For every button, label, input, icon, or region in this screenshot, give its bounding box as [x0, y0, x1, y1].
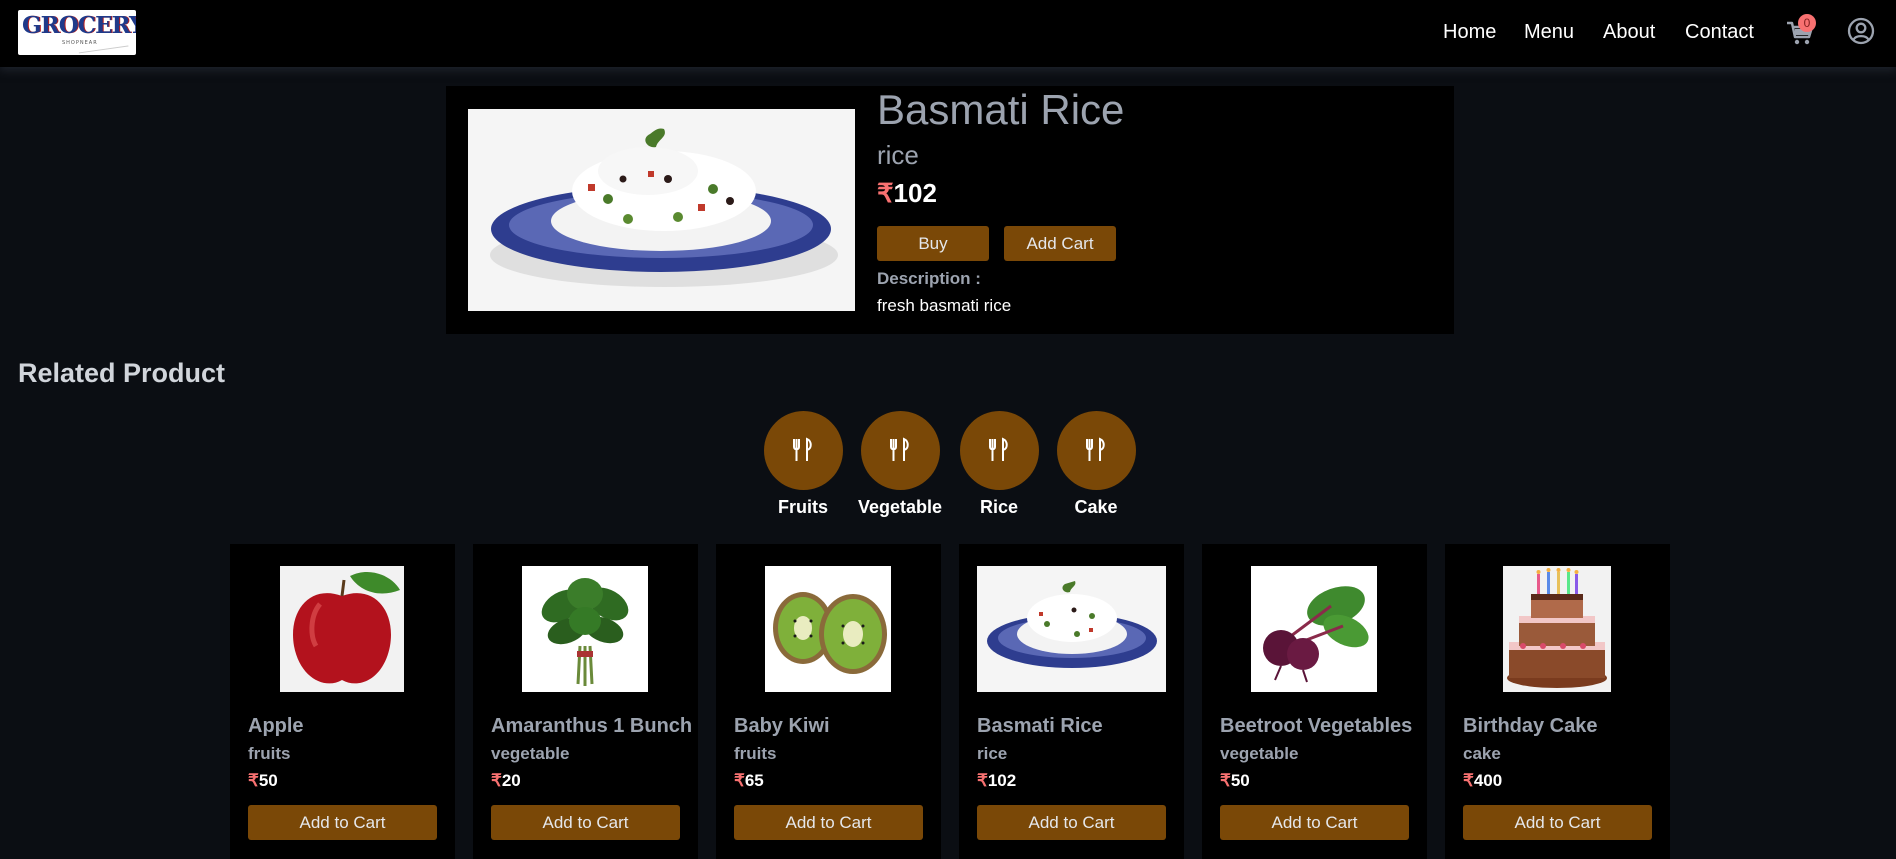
nav-about[interactable]: About: [1603, 21, 1655, 44]
cart-count-badge: 0: [1798, 14, 1816, 32]
product-card-category: fruits: [248, 744, 291, 763]
product-card-birthday-cake[interactable]: Birthday Cake cake ₹400 Add to Cart: [1445, 544, 1670, 859]
product-card-price-value: 50: [1230, 771, 1250, 790]
product-card-price: ₹50: [248, 771, 278, 791]
product-card-price: ₹20: [491, 771, 521, 791]
product-card-price: ₹65: [734, 771, 764, 791]
nav-menu[interactable]: Menu: [1524, 21, 1574, 44]
category-label-fruits: Fruits: [777, 497, 828, 517]
product-card-basmati-rice[interactable]: Basmati Rice rice ₹102 Add to Cart: [959, 544, 1184, 859]
category-label-cake: Cake: [1074, 497, 1118, 517]
category-rice-button[interactable]: [960, 411, 1039, 490]
product-card-price-value: 65: [744, 771, 764, 790]
description-text: fresh basmati rice: [877, 296, 1012, 315]
utensils-icon: [989, 437, 1008, 461]
product-card-price-value: 20: [501, 771, 521, 790]
logo[interactable]: GROCERY SHOPNEAR: [18, 10, 136, 55]
add-to-cart-button[interactable]: Add to Cart: [734, 805, 923, 840]
product-card-category: fruits: [734, 744, 777, 763]
product-card-apple[interactable]: Apple fruits ₹50 Add to Cart: [230, 544, 455, 859]
add-to-cart-button[interactable]: Add to Cart: [1220, 805, 1409, 840]
product-card-category: vegetable: [1220, 744, 1299, 763]
rupee-symbol: ₹: [491, 771, 502, 790]
add-to-cart-button[interactable]: Add to Cart: [248, 805, 437, 840]
product-card-name: Baby Kiwi: [734, 715, 830, 737]
utensils-icon: [890, 437, 909, 461]
category-cake-button[interactable]: [1057, 411, 1136, 490]
product-card-image: [280, 566, 404, 692]
product-card-name: Apple: [248, 715, 304, 737]
rupee-symbol: ₹: [1463, 771, 1474, 790]
product-card-category: rice: [977, 744, 1008, 763]
product-card-category: cake: [1463, 744, 1501, 763]
product-card-price-value: 102: [987, 771, 1017, 790]
product-card-name: Beetroot Vegetables: [1220, 715, 1413, 737]
buy-button[interactable]: Buy: [877, 226, 989, 261]
product-title: Basmati Rice: [877, 86, 1125, 133]
product-card-image: [1503, 566, 1611, 692]
category-fruits-button[interactable]: [764, 411, 843, 490]
category-label-rice: Rice: [979, 497, 1019, 517]
user-circle-icon[interactable]: [1847, 17, 1875, 45]
rupee-symbol: ₹: [248, 771, 259, 790]
product-card-price: ₹102: [977, 771, 1016, 791]
product-price: ₹102: [877, 178, 937, 209]
product-card-price: ₹50: [1220, 771, 1250, 791]
rupee-symbol: ₹: [877, 178, 894, 208]
product-price-value: 102: [893, 178, 937, 208]
add-to-cart-button[interactable]: Add to Cart: [977, 805, 1166, 840]
product-card-price: ₹400: [1463, 771, 1502, 791]
rupee-symbol: ₹: [977, 771, 988, 790]
product-card-beetroot[interactable]: Beetroot Vegetables vegetable ₹50 Add to…: [1202, 544, 1427, 859]
product-card-price-value: 50: [258, 771, 278, 790]
add-to-cart-button[interactable]: Add to Cart: [491, 805, 680, 840]
product-card-name: Basmati Rice: [977, 715, 1103, 737]
category-vegetable-button[interactable]: [861, 411, 940, 490]
product-card-image: [1251, 566, 1377, 692]
add-cart-button[interactable]: Add Cart: [1004, 226, 1116, 261]
description-label: Description :: [877, 269, 981, 288]
product-category: rice: [877, 140, 919, 170]
logo-text: GROCERY: [22, 12, 136, 39]
product-detail-panel: Basmati Rice rice ₹102 Buy Add Cart Desc…: [446, 86, 1454, 334]
product-card-amaranthus[interactable]: Amaranthus 1 Bunch vegetable ₹20 Add to …: [473, 544, 698, 859]
product-card-image: [765, 566, 891, 692]
utensils-icon: [793, 437, 812, 461]
header: GROCERY SHOPNEAR Home Menu About Contact…: [0, 0, 1896, 67]
product-card-baby-kiwi[interactable]: Baby Kiwi fruits ₹65 Add to Cart: [716, 544, 941, 859]
product-card-image: [977, 566, 1166, 692]
product-card-name: Birthday Cake: [1463, 715, 1598, 737]
add-to-cart-button[interactable]: Add to Cart: [1463, 805, 1652, 840]
utensils-icon: [1086, 437, 1105, 461]
product-card-price-value: 400: [1473, 771, 1503, 790]
product-card-category: vegetable: [491, 744, 570, 763]
nav-home[interactable]: Home: [1443, 21, 1496, 44]
product-card-name: Amaranthus 1 Bunch: [491, 715, 693, 737]
category-label-vegetable: Vegetable: [857, 497, 943, 517]
product-image: [468, 109, 855, 311]
related-product-heading: Related Product: [18, 358, 226, 388]
product-card-image: [522, 566, 648, 692]
nav-contact[interactable]: Contact: [1685, 21, 1754, 44]
rupee-symbol: ₹: [734, 771, 745, 790]
rupee-symbol: ₹: [1220, 771, 1231, 790]
